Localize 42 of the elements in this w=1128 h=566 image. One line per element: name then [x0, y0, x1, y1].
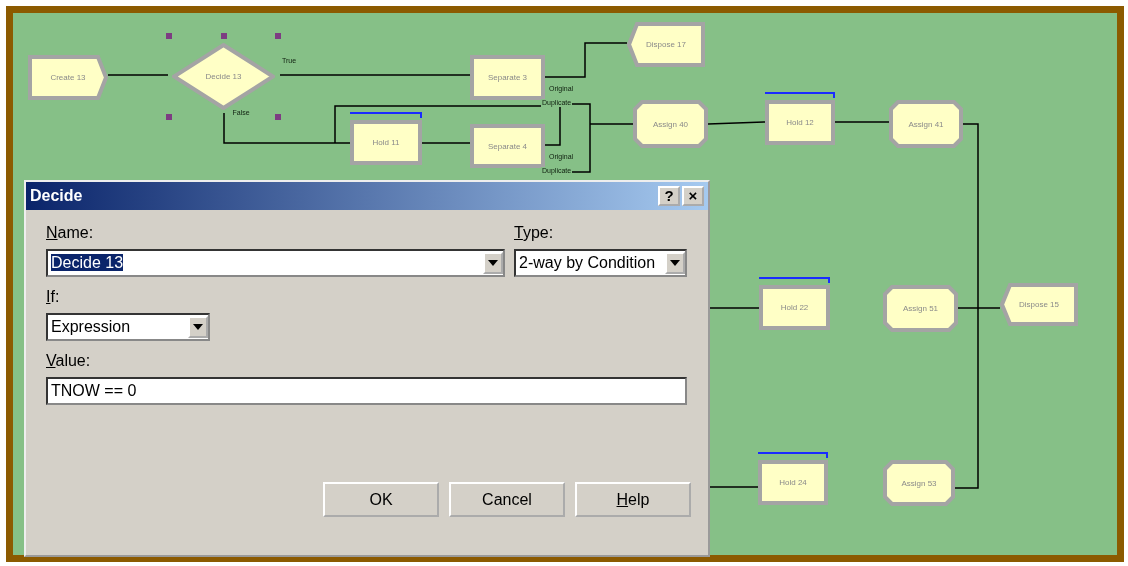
- module-label: Dispose 17: [646, 40, 686, 49]
- module-label: Separate 4: [487, 141, 528, 151]
- module-label: Hold 12: [786, 118, 814, 127]
- dropdown-field[interactable]: Decide 13: [46, 249, 505, 277]
- module-label: Assign 53: [901, 478, 937, 488]
- assign-module[interactable]: Assign 41: [889, 100, 963, 148]
- hold-module[interactable]: Hold 12: [765, 100, 835, 145]
- ok-button[interactable]: OK: [323, 482, 439, 517]
- cancel-button[interactable]: Cancel: [449, 482, 565, 517]
- assign-module[interactable]: Assign 53: [883, 460, 955, 506]
- separate-module[interactable]: Separate 4: [470, 124, 545, 168]
- module-label: Assign 40: [652, 119, 689, 129]
- module-label: Decide 13: [205, 72, 242, 81]
- dropdown-field[interactable]: 2-way by Condition: [514, 249, 687, 277]
- dispose-module[interactable]: Dispose 15: [1000, 283, 1078, 326]
- hold-module[interactable]: Hold 22: [759, 285, 830, 330]
- assign-module[interactable]: Assign 40: [633, 100, 708, 148]
- field-label: If:: [46, 288, 61, 306]
- close-button[interactable]: ×: [682, 186, 704, 206]
- hold-module[interactable]: Hold 11: [350, 120, 422, 165]
- assign-module[interactable]: Assign 51: [883, 285, 958, 332]
- module-label: Separate 3: [487, 73, 528, 82]
- module-label: Assign 51: [902, 304, 939, 313]
- field-label: Type:: [514, 224, 555, 242]
- module-label: Create 13: [50, 73, 86, 82]
- create-module[interactable]: Create 13: [28, 55, 108, 100]
- module-label: Assign 41: [908, 119, 944, 129]
- window-title: Decide: [30, 187, 83, 205]
- input-field[interactable]: TNOW == 0: [46, 377, 687, 405]
- separate-module[interactable]: Separate 3: [470, 55, 545, 100]
- decide-module[interactable]: Decide 13: [172, 43, 275, 110]
- module-label: Hold 22: [780, 303, 809, 312]
- dispose-module[interactable]: Dispose 17: [627, 22, 705, 67]
- module-label: Dispose 15: [1019, 300, 1059, 309]
- hold-module[interactable]: Hold 24: [758, 460, 828, 505]
- dropdown-field[interactable]: Expression: [46, 313, 210, 341]
- help-button[interactable]: ?: [658, 186, 680, 206]
- field-label: Value:: [46, 352, 92, 370]
- field-label: Name:: [46, 224, 95, 242]
- module-label: Hold 11: [372, 138, 400, 147]
- module-label: Hold 24: [779, 478, 807, 487]
- help-button[interactable]: Help: [575, 482, 691, 517]
